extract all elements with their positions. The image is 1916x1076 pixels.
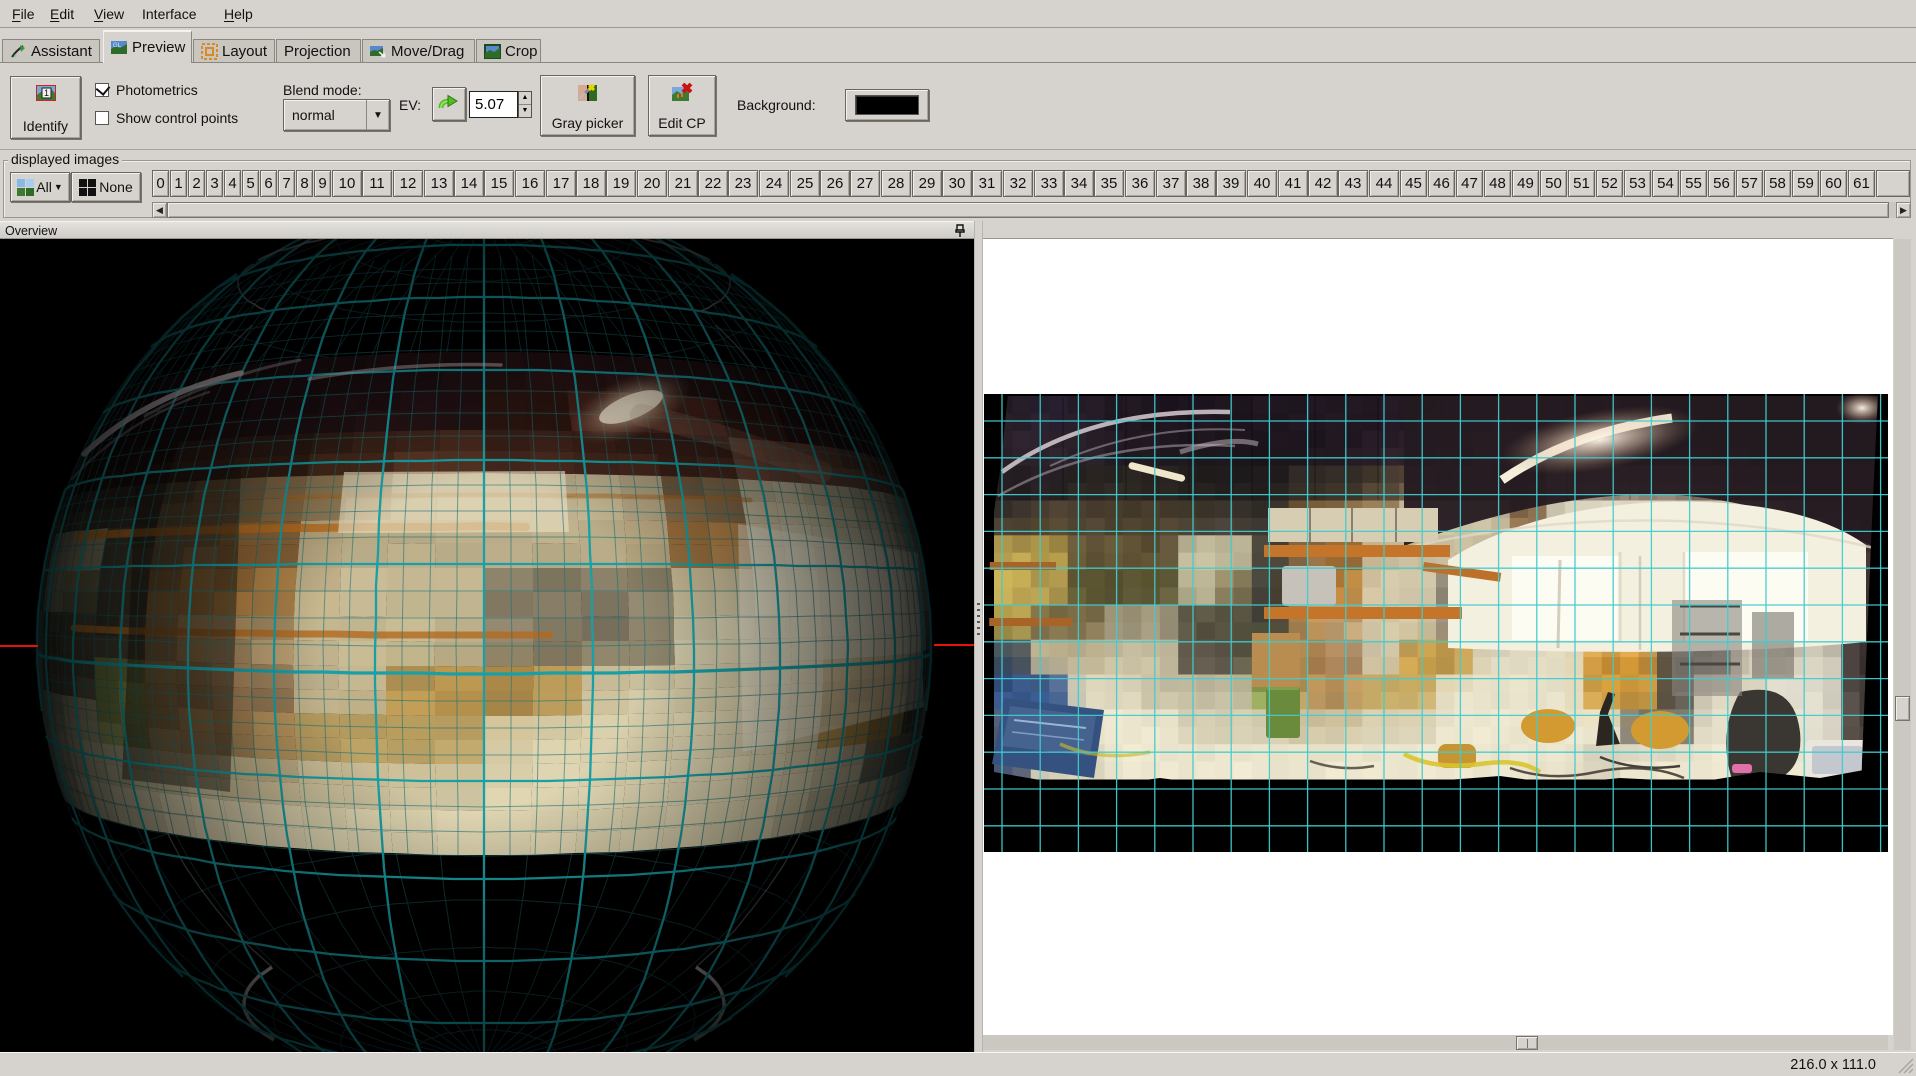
svg-text:GL: GL [113, 43, 122, 49]
svg-text:1: 1 [43, 88, 48, 98]
